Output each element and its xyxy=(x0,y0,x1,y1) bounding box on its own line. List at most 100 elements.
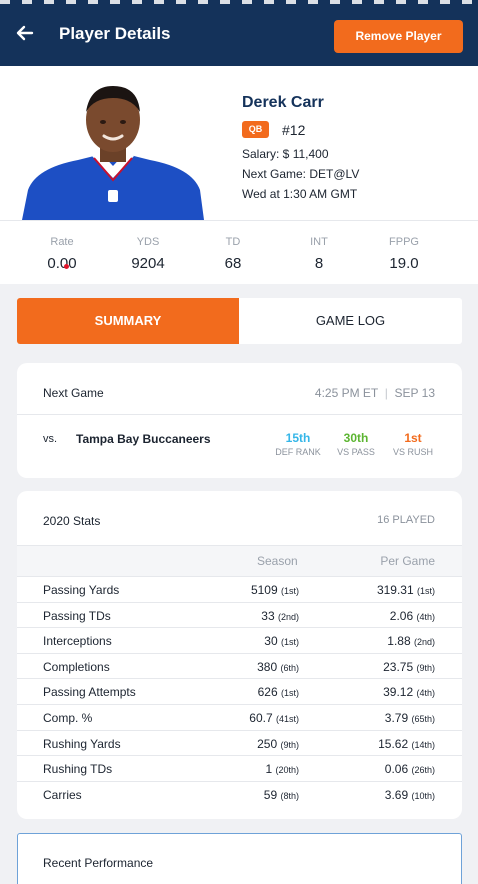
rank-value: 1st xyxy=(404,431,422,445)
back-arrow-icon[interactable] xyxy=(12,20,38,46)
season-rank: (1st) xyxy=(281,688,299,699)
next-game-time: 4:25 PM ET xyxy=(314,386,379,400)
season-number: 626 xyxy=(257,685,278,700)
page-title: Player Details xyxy=(59,24,171,43)
stat-value: 9204 xyxy=(131,255,165,272)
cursor-dot-icon xyxy=(64,264,69,269)
remove-player-button[interactable]: Remove Player xyxy=(334,20,463,53)
games-played: 16 PLAYED xyxy=(377,514,435,526)
stat-td: TD 68 xyxy=(193,221,273,285)
stat-fppg: FPPG 19.0 xyxy=(364,221,444,285)
per-game-value: 15.62 (14th) xyxy=(378,737,435,751)
season-number: 59 xyxy=(263,787,278,802)
per-game-number: 15.62 xyxy=(378,736,409,751)
season-stats-card: 2020 Stats 16 PLAYED Season Per Game Pas… xyxy=(17,491,462,819)
header-decoration xyxy=(0,0,478,4)
player-photo xyxy=(22,86,204,220)
table-row: Passing TDs 33 (2nd) 2.06 (4th) xyxy=(17,603,462,629)
rank-label: VS PASS xyxy=(337,447,375,457)
tab-summary[interactable]: SUMMARY xyxy=(17,298,239,344)
per-game-number: 23.75 xyxy=(383,659,414,674)
divider xyxy=(17,414,462,415)
player-name: Derek Carr xyxy=(242,94,324,111)
per-game-value: 23.75 (9th) xyxy=(383,660,435,674)
stat-name: Passing Yards xyxy=(43,583,120,597)
per-game-value: 2.06 (4th) xyxy=(390,609,435,623)
per-game-number: 3.79 xyxy=(384,711,409,725)
table-row: Interceptions 30 (1st) 1.88 (2nd) xyxy=(17,628,462,654)
stat-label: YDS xyxy=(136,236,160,248)
season-number: 33 xyxy=(261,608,275,623)
stat-label: INT xyxy=(310,236,328,248)
next-game-text: Next Game: DET@LV xyxy=(242,167,360,181)
vs-rush-rank: 1st VS RUSH xyxy=(383,431,443,457)
stat-value: 19.0 xyxy=(389,255,419,272)
vs-label: vs. xyxy=(43,433,58,445)
table-row: Passing Attempts 626 (1st) 39.12 (4th) xyxy=(17,679,462,705)
rank-label: DEF RANK xyxy=(275,447,321,457)
season-value: 5109 (1st) xyxy=(251,583,299,597)
rank-value: 30th xyxy=(343,431,369,445)
detail-tabs: SUMMARY GAME LOG xyxy=(17,298,462,344)
per-game-rank: (4th) xyxy=(416,611,435,622)
player-profile: Derek Carr QB #12 Salary: $ 11,400 Next … xyxy=(0,66,478,220)
next-game-card: Next Game 4:25 PM ET | SEP 13 vs. Tampa … xyxy=(17,363,462,478)
per-game-value: 1.88 (2nd) xyxy=(387,634,435,648)
per-game-value: 3.79 (65th) xyxy=(385,711,435,725)
next-game-label: Next Game xyxy=(43,386,104,400)
season-number: 250 xyxy=(257,736,278,751)
stat-name: Completions xyxy=(43,659,110,674)
stat-rate: Rate 0.00 xyxy=(22,221,102,285)
salary-text: Salary: $ 11,400 xyxy=(242,147,329,161)
per-game-number: 1.88 xyxy=(387,634,411,649)
next-game-date: SEP 13 xyxy=(394,386,435,400)
stat-name: Passing Attempts xyxy=(43,685,136,700)
per-game-value: 39.12 (4th) xyxy=(383,685,435,699)
per-game-rank: (26th) xyxy=(411,765,435,776)
recent-performance-card: Recent Performance xyxy=(17,833,462,884)
season-number: 60.7 xyxy=(249,711,273,725)
season-number: 380 xyxy=(257,659,278,674)
stat-yds: YDS 9204 xyxy=(108,221,188,285)
season-rank: (1st) xyxy=(281,637,299,648)
season-rank: (2nd) xyxy=(277,611,299,622)
recent-performance-title: Recent Performance xyxy=(43,856,154,870)
season-value: 1 (20th) xyxy=(265,762,299,776)
app-header: Player Details Remove Player xyxy=(0,0,478,66)
stat-int: INT 8 xyxy=(279,221,359,285)
season-value: 33 (2nd) xyxy=(261,609,299,623)
per-game-number: 2.06 xyxy=(389,608,414,623)
season-rank: (8th) xyxy=(280,790,299,801)
table-row: Passing Yards 5109 (1st) 319.31 (1st) xyxy=(17,577,462,603)
season-rank: (41st) xyxy=(275,714,299,724)
season-value: 626 (1st) xyxy=(258,685,299,699)
per-game-rank: (14th) xyxy=(411,739,435,750)
tab-game-log[interactable]: GAME LOG xyxy=(239,298,462,344)
per-game-rank: (10th) xyxy=(411,790,435,801)
per-game-rank: (2nd) xyxy=(413,637,435,648)
game-time-text: Wed at 1:30 AM GMT xyxy=(242,187,358,201)
per-game-number: 0.06 xyxy=(384,762,409,777)
table-row: Comp. % 60.7 (41st) 3.79 (65th) xyxy=(17,705,462,731)
stat-label: FPPG xyxy=(389,236,419,248)
season-value: 30 (1st) xyxy=(264,634,299,648)
season-value: 380 (6th) xyxy=(257,660,299,674)
table-row: Completions 380 (6th) 23.75 (9th) xyxy=(17,654,462,680)
season-number: 1 xyxy=(265,762,273,777)
per-game-value: 319.31 (1st) xyxy=(377,583,435,597)
column-season: Season xyxy=(257,554,298,568)
stat-value: 0.00 xyxy=(47,255,77,272)
stat-name: Passing TDs xyxy=(43,608,111,623)
rank-label: VS RUSH xyxy=(392,447,433,457)
per-game-number: 39.12 xyxy=(383,685,414,700)
season-rank: (6th) xyxy=(280,662,299,673)
season-value: 59 (8th) xyxy=(264,788,299,802)
stat-value: 8 xyxy=(314,255,324,272)
per-game-number: 319.31 xyxy=(376,583,414,597)
per-game-rank: (65th) xyxy=(411,714,435,724)
opponent-name: Tampa Bay Buccaneers xyxy=(76,432,211,446)
stat-name: Rushing TDs xyxy=(43,762,113,777)
rank-value: 15th xyxy=(285,431,311,445)
season-rank: (20th) xyxy=(275,765,299,776)
stat-name: Comp. % xyxy=(43,711,93,725)
